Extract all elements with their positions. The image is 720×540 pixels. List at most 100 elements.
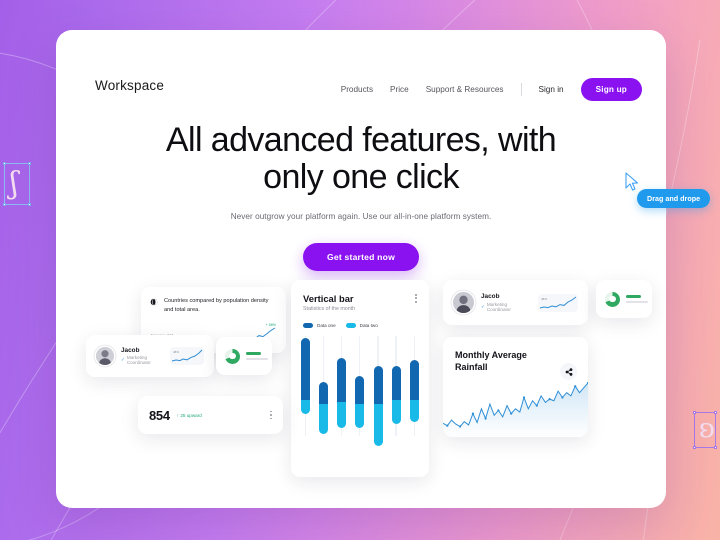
donut-card-line-secondary [246, 357, 268, 361]
bar-segment-data-one [373, 366, 383, 404]
donut-card-lines [246, 351, 268, 361]
drag-and-drop-tooltip[interactable]: Drag and drope [637, 189, 711, 208]
bar-segment-data-two [409, 400, 419, 422]
countries-card-header: Countries compared by population density… [150, 297, 276, 314]
bar-segment-data-one [391, 366, 401, 400]
bar-segment-data-one [409, 360, 419, 400]
vertical-bar-subtitle: Statistics of the month [303, 306, 356, 312]
rainfall-data-point [471, 412, 474, 415]
rainfall-card-title: Monthly Average Rainfall [455, 350, 527, 373]
jacob-sparkline: 48% [170, 347, 204, 365]
vertical-bar-menu-button[interactable] [415, 294, 417, 303]
legend-label-data-two: Data two [359, 323, 378, 328]
kebab-menu-icon [270, 410, 272, 420]
bar-segment-data-two [391, 400, 401, 424]
jacob-role: ✓ Marketing Coordinator [481, 302, 531, 312]
rainfall-data-point [535, 404, 538, 407]
decorative-glyph-left: ʃ [3, 162, 31, 206]
rainfall-data-point [484, 417, 487, 420]
rainfall-data-point [510, 412, 513, 415]
jacob-spark-percent: 48% [541, 296, 548, 301]
jacob-profile-card-secondary[interactable]: Jacob ✓ Marketing Coordinator 48% [86, 335, 214, 377]
bar-segment-data-two [319, 404, 329, 434]
rainfall-area-fill [443, 383, 588, 437]
rainfall-line-chart [443, 381, 588, 437]
bar [337, 358, 347, 428]
jacob-identity: Jacob ✓ Marketing Coordinator [481, 293, 531, 312]
rainfall-data-point [459, 425, 462, 428]
bar-segment-data-two [301, 400, 310, 414]
vertical-bar-card[interactable]: Vertical bar Statistics of the month Dat… [291, 280, 429, 477]
jacob-spark-percent: 48% [173, 350, 180, 354]
stat-card[interactable]: 854 ↑ 25 upward [138, 396, 283, 434]
donut-card-lines [626, 294, 648, 304]
avatar-photo-icon [96, 347, 114, 365]
bar [319, 382, 329, 434]
donut-stat-card[interactable] [216, 337, 272, 375]
bar [301, 338, 310, 414]
donut-chart [225, 348, 240, 364]
drag-and-drop-label: Drag and drope [637, 189, 711, 208]
rainfall-data-point [497, 409, 500, 412]
donut-card-line-primary [246, 351, 261, 355]
bar [355, 376, 365, 428]
jacob-sparkline: 48% [538, 293, 578, 312]
bar-group [409, 336, 419, 436]
dashboard-mockup: Countries compared by population density… [56, 30, 666, 508]
legend-item-data-two: Data two [345, 323, 378, 328]
donut-chart [605, 291, 620, 307]
donut-card-line-secondary [626, 300, 648, 304]
jacob-role: ✓ Marketing Coordinator [121, 355, 163, 365]
kebab-menu-icon [415, 294, 417, 303]
decorative-glyph-right: ʚ [693, 411, 717, 449]
stat-value: 854 [149, 407, 170, 423]
rainfall-data-point [522, 396, 526, 399]
donut-stat-card-secondary[interactable] [596, 280, 652, 318]
website-preview-card: Workspace Products Price Support & Resou… [56, 30, 666, 508]
legend-swatch-data-one [303, 323, 313, 328]
donut-card-line-primary [626, 294, 641, 298]
countries-card-title: Countries compared by population density… [164, 298, 269, 313]
jacob-profile-card[interactable]: Jacob ✓ Marketing Coordinator 48% [443, 280, 588, 325]
vertical-bar-legend: Data one Data two [303, 323, 417, 328]
globe-icon [150, 298, 158, 306]
stat-delta: ↑ 25 upward [176, 412, 202, 418]
bar-segment-data-two [355, 404, 365, 428]
rainfall-data-point [548, 398, 551, 401]
rainfall-data-point [446, 424, 449, 427]
stat-menu-button[interactable] [270, 410, 272, 420]
jacob-identity: Jacob ✓ Marketing Coordinator [121, 347, 163, 366]
bar-segment-data-one [337, 358, 347, 402]
bar-group [319, 336, 329, 436]
avatar [453, 292, 474, 313]
jacob-role-label: Marketing Coordinator [486, 301, 511, 312]
bar [373, 366, 383, 446]
bar-segment-data-one [355, 376, 365, 404]
verified-check-icon: ✓ [481, 303, 485, 309]
bar-group [337, 336, 347, 436]
jacob-role-label: Marketing Coordinator [126, 355, 151, 366]
jacob-name: Jacob [481, 293, 500, 301]
bar-group [355, 336, 365, 436]
jacob-name: Jacob [121, 346, 140, 354]
bar [391, 366, 401, 424]
bar-segment-data-one [301, 338, 310, 400]
legend-item-data-one: Data one [303, 323, 336, 328]
rainfall-data-point [561, 396, 564, 399]
bar-group [373, 336, 383, 446]
bar-segment-data-two [373, 404, 383, 446]
bar-segment-data-one [319, 382, 329, 404]
bar [409, 360, 419, 422]
legend-swatch-data-two [345, 323, 356, 328]
bar-segment-data-two [337, 402, 347, 428]
bar-group [391, 336, 401, 436]
legend-label-data-one: Data one [317, 323, 336, 328]
verified-check-icon: ✓ [121, 357, 125, 363]
bar-group [301, 336, 310, 436]
avatar [96, 347, 114, 365]
rainfall-data-point [574, 385, 577, 388]
avatar-photo-icon [453, 292, 474, 313]
rainfall-card[interactable]: Monthly Average Rainfall [443, 337, 588, 437]
vertical-bar-title: Vertical bar [303, 293, 354, 304]
vertical-bar-chart [301, 336, 419, 446]
